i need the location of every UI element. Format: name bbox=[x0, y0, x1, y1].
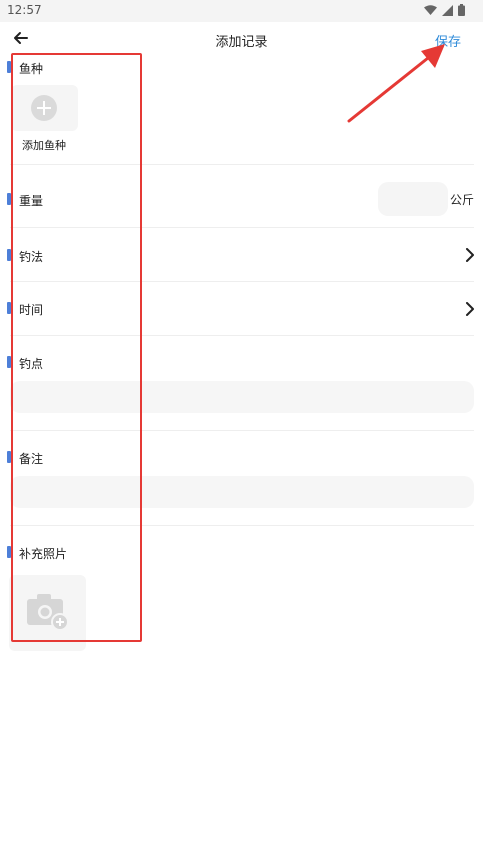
weight-unit: 公斤 bbox=[450, 193, 475, 207]
divider bbox=[10, 281, 474, 282]
status-icons bbox=[424, 4, 465, 16]
section-marker bbox=[7, 356, 11, 368]
chevron-right-icon[interactable] bbox=[465, 248, 475, 262]
camera-add-icon bbox=[27, 594, 69, 631]
species-label: 鱼种 bbox=[19, 62, 44, 76]
weight-label: 重量 bbox=[19, 194, 44, 208]
section-marker bbox=[7, 249, 11, 261]
divider bbox=[10, 227, 474, 228]
section-marker bbox=[7, 302, 11, 314]
spot-label: 钓点 bbox=[19, 357, 44, 371]
annotation-arrow-icon bbox=[347, 44, 445, 123]
weight-input[interactable] bbox=[378, 182, 448, 216]
method-label[interactable]: 钓法 bbox=[19, 248, 43, 265]
add-photo-button[interactable] bbox=[9, 575, 86, 651]
note-input[interactable] bbox=[10, 476, 474, 508]
divider bbox=[10, 525, 474, 526]
chevron-right-icon[interactable] bbox=[465, 302, 475, 316]
spot-input[interactable] bbox=[10, 381, 474, 413]
status-bar: 12:57 bbox=[0, 0, 483, 22]
time-label[interactable]: 时间 bbox=[19, 301, 43, 318]
add-species-button[interactable] bbox=[11, 85, 78, 131]
section-marker bbox=[7, 546, 11, 558]
wifi-icon bbox=[424, 4, 437, 15]
signal-icon bbox=[442, 4, 453, 16]
battery-icon bbox=[458, 4, 465, 16]
plus-circle-icon bbox=[31, 95, 57, 121]
divider bbox=[10, 430, 474, 431]
note-label: 备注 bbox=[19, 452, 44, 466]
photo-label: 补充照片 bbox=[19, 547, 68, 561]
divider bbox=[10, 164, 474, 165]
section-marker bbox=[7, 193, 11, 205]
section-marker bbox=[7, 61, 11, 73]
status-time: 12:57 bbox=[7, 3, 42, 17]
add-species-label[interactable]: 添加鱼种 bbox=[22, 137, 66, 153]
divider bbox=[10, 335, 474, 336]
section-marker bbox=[7, 451, 11, 463]
